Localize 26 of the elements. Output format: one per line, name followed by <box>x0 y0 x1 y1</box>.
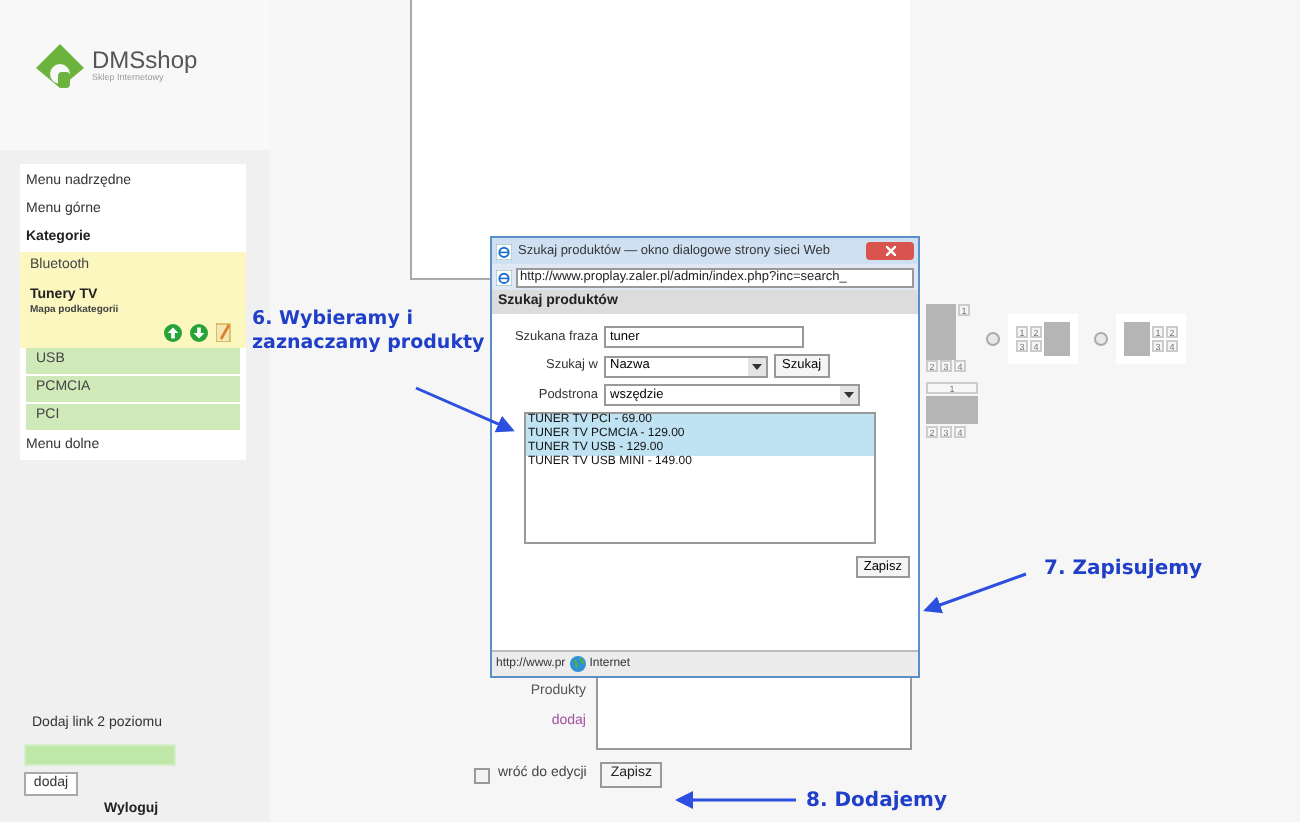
back-to-edit-checkbox[interactable] <box>474 767 490 783</box>
layout-block <box>926 304 956 360</box>
logo-icon <box>36 43 84 87</box>
link-input-field[interactable] <box>24 743 176 765</box>
layout-block <box>926 396 978 424</box>
close-icon <box>885 246 895 256</box>
annotation-text: 7. Zapisujemy <box>1044 556 1203 584</box>
annotation-text: 6. Wybieramy i zaznaczamy produkty <box>252 308 487 356</box>
layout-block <box>1044 321 1070 355</box>
page-icon <box>496 269 512 285</box>
arrow <box>415 386 515 433</box>
dropdown-arrow-icon <box>840 386 858 404</box>
layout-radio[interactable] <box>986 331 1000 345</box>
layout-block <box>1124 321 1150 355</box>
close-button[interactable] <box>866 242 914 260</box>
layout-radio[interactable] <box>1094 331 1108 345</box>
logo-name: DMSshop <box>92 47 198 71</box>
edit-icon[interactable] <box>216 322 232 342</box>
down-arrow-icon[interactable] <box>190 323 208 341</box>
annotation-text: 8. Dodajemy <box>806 788 947 816</box>
arrow <box>923 572 1027 614</box>
dropdown-arrow-icon <box>748 357 766 375</box>
browser-icon <box>496 243 512 259</box>
globe-icon <box>569 656 586 672</box>
arrow <box>675 791 796 809</box>
up-arrow-icon[interactable] <box>164 323 182 341</box>
